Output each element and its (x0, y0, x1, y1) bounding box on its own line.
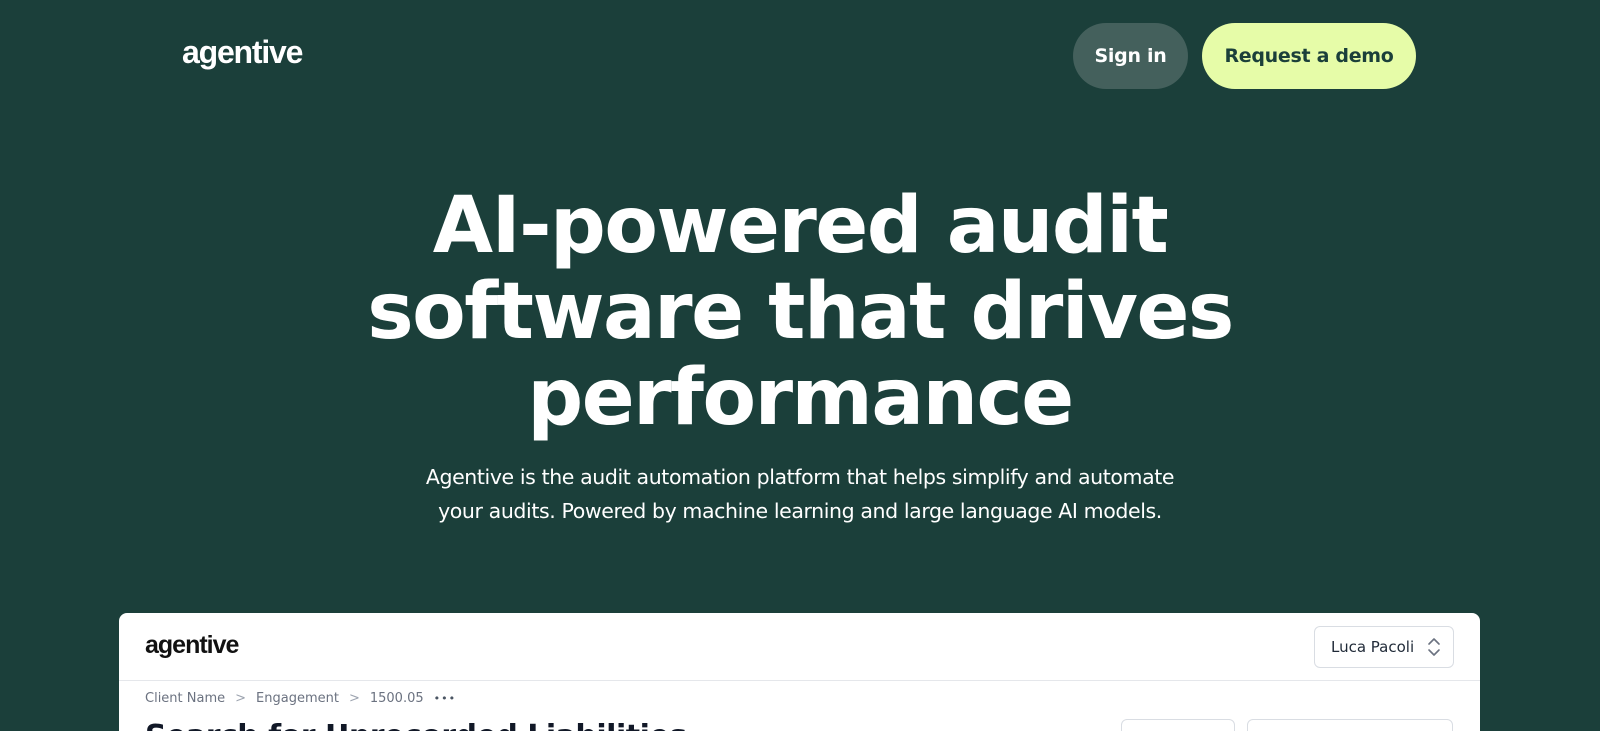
more-options-icon[interactable]: ••• (434, 692, 456, 705)
action-button[interactable] (1247, 719, 1453, 731)
sign-in-button[interactable]: Sign in (1073, 23, 1188, 89)
breadcrumb: Client Name > Engagement > 1500.05 ••• (145, 691, 456, 706)
app-preview-header: agentive Luca Pacoli (119, 613, 1480, 681)
breadcrumb-separator: > (235, 691, 247, 706)
hero-title-line: performance (527, 353, 1074, 443)
landing-page: agentive Sign in Request a demo AI-power… (0, 0, 1600, 731)
hero-subtitle-line: your audits. Powered by machine learning… (438, 499, 1162, 523)
breadcrumb-separator: > (348, 691, 360, 706)
chevron-up-down-icon (1428, 638, 1440, 656)
hero-subtitle: Agentive is the audit automation platfor… (400, 460, 1200, 528)
request-demo-button[interactable]: Request a demo (1202, 23, 1416, 89)
hero-subtitle-line: Agentive is the audit automation platfor… (425, 465, 1175, 489)
hero-title-line: software that drives (367, 267, 1234, 357)
user-switcher[interactable]: Luca Pacoli (1314, 626, 1454, 668)
user-name: Luca Pacoli (1331, 638, 1415, 656)
breadcrumb-item[interactable]: 1500.05 (370, 691, 424, 706)
nav-actions: Sign in Request a demo (1073, 23, 1416, 89)
app-logo: agentive (145, 631, 239, 659)
hero-title-line: AI-powered audit (432, 181, 1169, 271)
site-logo[interactable]: agentive (182, 34, 303, 71)
action-button[interactable] (1121, 719, 1235, 731)
app-preview-card: agentive Luca Pacoli Client Name > Engag… (119, 613, 1480, 731)
breadcrumb-item[interactable]: Engagement (256, 691, 339, 706)
page-title: Search for Unrecorded Liabilities (145, 719, 687, 731)
hero-title: AI-powered audit software that drives pe… (0, 183, 1600, 441)
breadcrumb-item[interactable]: Client Name (145, 691, 225, 706)
